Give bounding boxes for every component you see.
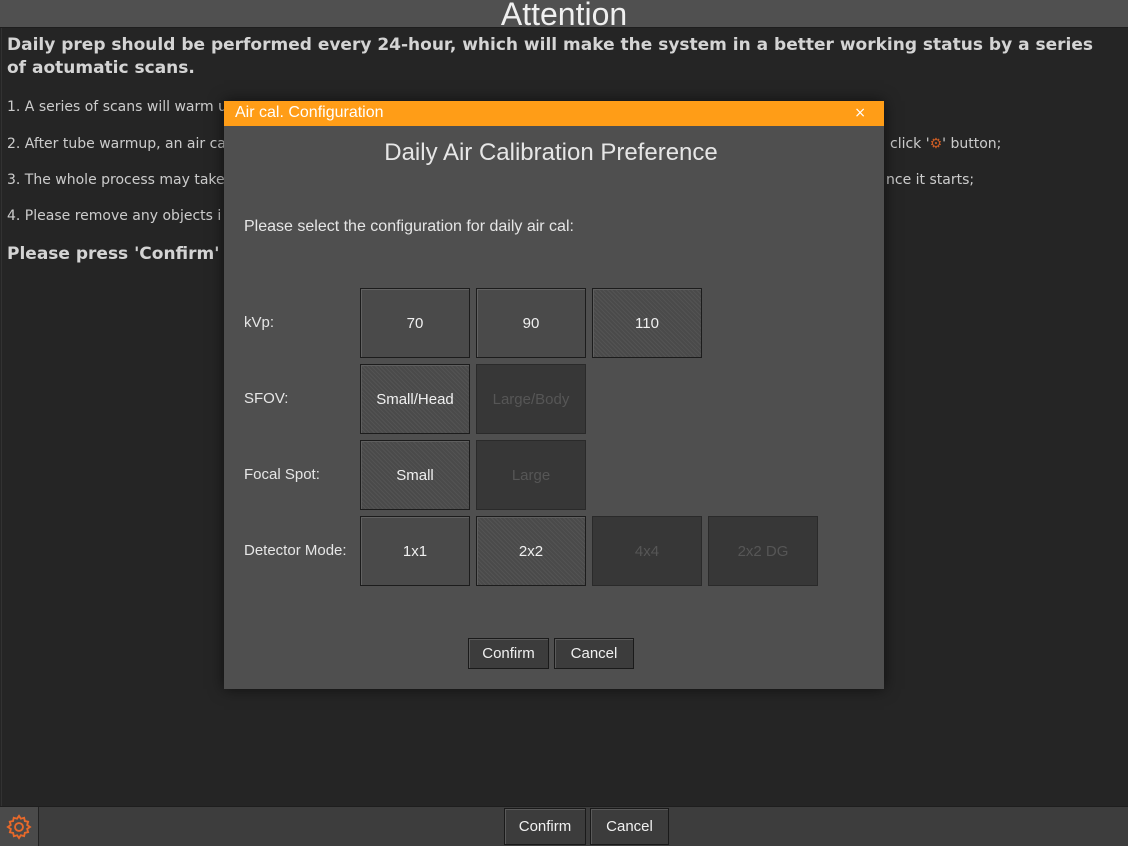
focal-option-large: Large [476, 440, 586, 510]
focal-spot-label: Focal Spot: [244, 466, 320, 483]
dialog-prompt: Please select the configuration for dail… [244, 218, 574, 235]
settings-button[interactable] [0, 807, 39, 846]
detector-option-2x2-dg: 2x2 DG [708, 516, 818, 586]
kvp-option-110[interactable]: 110 [592, 288, 702, 358]
confirm-button[interactable]: Confirm [504, 808, 586, 845]
air-cal-dialog: Air cal. Configuration × Daily Air Calib… [224, 101, 884, 689]
detector-option-1x1[interactable]: 1x1 [360, 516, 470, 586]
gear-icon [6, 813, 32, 840]
kvp-option-90[interactable]: 90 [476, 288, 586, 358]
dialog-confirm-button[interactable]: Confirm [468, 638, 549, 669]
sfov-option-large-body: Large/Body [476, 364, 586, 434]
close-icon[interactable]: × [854, 105, 866, 121]
dialog-cancel-button[interactable]: Cancel [554, 638, 634, 669]
kvp-label: kVp: [244, 314, 275, 331]
focal-option-small[interactable]: Small [360, 440, 470, 510]
dialog-header-title: Air cal. Configuration [235, 104, 384, 121]
kvp-option-70[interactable]: 70 [360, 288, 470, 358]
bottom-bar: Confirm Cancel [0, 806, 1128, 846]
dialog-title: Daily Air Calibration Preference [384, 139, 718, 166]
cancel-button[interactable]: Cancel [590, 808, 669, 845]
sfov-label: SFOV: [244, 390, 289, 407]
detector-mode-label: Detector Mode: [244, 542, 347, 559]
detector-option-2x2[interactable]: 2x2 [476, 516, 586, 586]
title-bar: Attention [0, 0, 1128, 32]
sfov-option-small-head[interactable]: Small/Head [360, 364, 470, 434]
detector-option-4x4: 4x4 [592, 516, 702, 586]
dialog-header: Air cal. Configuration × [224, 101, 884, 126]
